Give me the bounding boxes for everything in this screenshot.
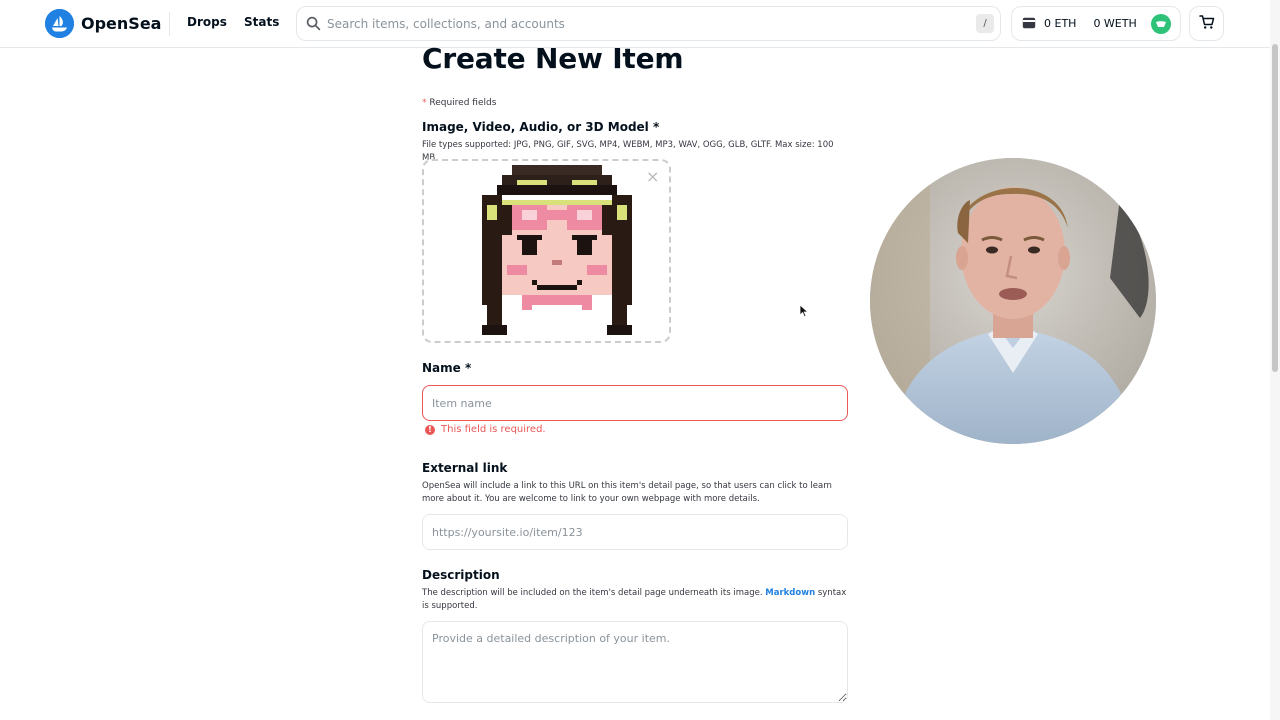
uploaded-pixel-art-image (482, 165, 632, 335)
wallet-icon (1022, 14, 1036, 33)
weth-balance: 0 WETH (1093, 17, 1137, 30)
presenter-video-image (870, 158, 1156, 444)
nav-divider (169, 12, 170, 36)
page-title: Create New Item (422, 42, 684, 75)
search-shortcut-key: / (976, 14, 994, 33)
top-nav-bar: OpenSea Drops Stats / 0 ETH 0 WETH (0, 0, 1270, 48)
logo-text: OpenSea (81, 14, 162, 33)
opensea-logo[interactable]: OpenSea (45, 9, 161, 38)
description-textarea[interactable] (422, 621, 848, 703)
webcam-overlay (870, 158, 1156, 444)
name-error-message: ! This field is required. (425, 424, 546, 435)
external-link-label: External link (422, 461, 508, 475)
search-input[interactable] (327, 7, 967, 40)
remove-media-close-icon[interactable]: × (646, 169, 659, 185)
external-link-input[interactable] (422, 514, 848, 550)
account-avatar-icon[interactable] (1151, 14, 1171, 34)
wallet-balance-button[interactable]: 0 ETH 0 WETH (1011, 6, 1181, 41)
search-icon (306, 16, 321, 35)
nav-drops-link[interactable]: Drops (187, 15, 227, 29)
nav-stats-link[interactable]: Stats (244, 15, 279, 29)
error-alert-icon: ! (425, 424, 435, 435)
scrollbar-thumb[interactable] (1272, 44, 1278, 372)
mouse-pointer-icon (799, 303, 809, 322)
opensea-logo-icon (45, 9, 74, 38)
description-help-text: The description will be included on the … (422, 587, 848, 613)
name-error-text: This field is required. (441, 424, 546, 435)
name-label: Name * (422, 361, 472, 375)
description-help-before: The description will be included on the … (422, 588, 763, 598)
required-fields-text: Required fields (429, 98, 497, 108)
cart-button[interactable] (1189, 6, 1224, 41)
markdown-link[interactable]: Markdown (765, 588, 815, 598)
required-fields-note: * Required fields (422, 98, 496, 108)
external-link-help-text: OpenSea will include a link to this URL … (422, 481, 832, 504)
item-name-input[interactable] (422, 385, 848, 421)
required-asterisk: * (422, 98, 427, 108)
cart-icon (1198, 14, 1215, 34)
description-label: Description (422, 568, 500, 582)
eth-balance: 0 ETH (1044, 17, 1077, 30)
page-scrollbar[interactable] (1270, 0, 1280, 720)
media-label: Image, Video, Audio, or 3D Model * (422, 120, 660, 134)
search-bar[interactable]: / (296, 6, 1001, 41)
media-upload-dropzone[interactable]: × (422, 159, 671, 343)
